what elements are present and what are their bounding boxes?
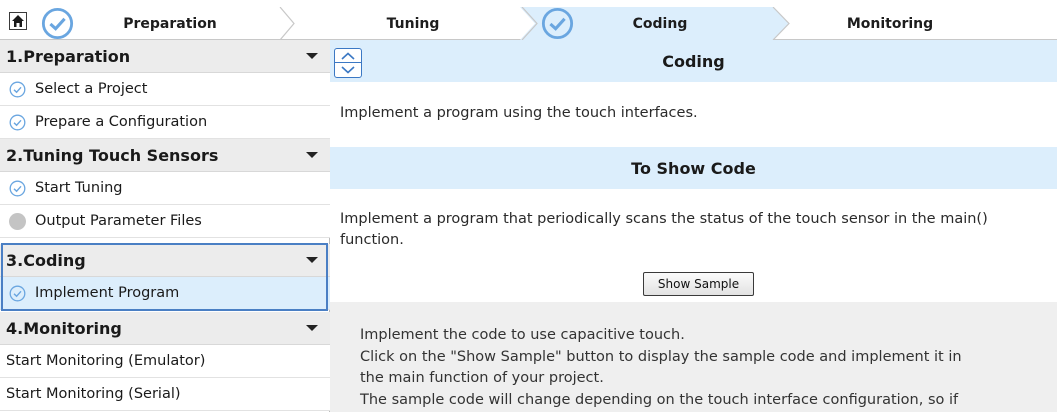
chevron-up-icon xyxy=(341,51,355,60)
gray-dot-icon xyxy=(9,213,26,230)
section-title: 4.Monitoring xyxy=(6,318,122,338)
show-sample-button[interactable]: Show Sample xyxy=(643,272,754,296)
home-button[interactable] xyxy=(9,12,27,30)
sidebar-item-label: Select a Project xyxy=(35,81,148,97)
instruction-note: Implement the code to use capacitive tou… xyxy=(330,302,1057,412)
chevron-down-icon xyxy=(341,66,355,74)
sidebar-item-output-parameter-files[interactable]: Output Parameter Files xyxy=(0,205,330,238)
triangle-down-icon[interactable] xyxy=(306,325,318,331)
section-title: 1.Preparation xyxy=(6,46,131,66)
description-line: function. xyxy=(340,232,404,248)
sidebar-item-implement-program[interactable]: Implement Program xyxy=(0,277,330,310)
step-divider xyxy=(770,7,790,40)
note-line: Click on the "Show Sample" button to dis… xyxy=(360,348,962,365)
step-label: Preparation xyxy=(123,15,217,32)
scroll-toggle[interactable] xyxy=(334,48,362,78)
sidebar-item-label: Start Monitoring (Serial) xyxy=(6,386,181,402)
note-line: The sample code will change depending on… xyxy=(360,391,959,408)
step-label: Tuning xyxy=(386,15,440,32)
check-circle-icon xyxy=(9,285,26,302)
section-monitoring[interactable]: 4.Monitoring xyxy=(0,312,330,345)
note-line: Implement the code to use capacitive tou… xyxy=(360,327,685,343)
step-label: Monitoring xyxy=(846,15,934,32)
step-coding[interactable]: Coding xyxy=(560,7,760,40)
coding-header: Coding xyxy=(330,40,1057,82)
section-heading: To Show Code xyxy=(631,158,756,178)
description-text: Implement a program that periodically sc… xyxy=(340,209,988,251)
sidebar-item-label: Output Parameter Files xyxy=(35,213,202,229)
sidebar-item-start-monitoring-emulator[interactable]: Start Monitoring (Emulator) xyxy=(0,345,330,378)
description-line: Implement a program that periodically sc… xyxy=(340,211,988,227)
sidebar-item-label: Prepare a Configuration xyxy=(35,114,208,130)
scroll-down-button[interactable] xyxy=(335,63,361,77)
step-label: Coding xyxy=(632,15,688,32)
check-circle-icon xyxy=(9,114,26,131)
section-tuning-touch-sensors[interactable]: 2.Tuning Touch Sensors xyxy=(0,139,330,172)
sidebar: 1.Preparation Select a Project Prepare a… xyxy=(0,40,330,412)
scroll-up-button[interactable] xyxy=(335,49,361,63)
section-title: 3.Coding xyxy=(6,250,86,270)
sidebar-item-start-tuning[interactable]: Start Tuning xyxy=(0,172,330,205)
stepper-bar: Preparation Tuning Coding Monitoring xyxy=(0,0,1057,40)
triangle-down-icon[interactable] xyxy=(306,257,318,263)
step-divider xyxy=(520,7,538,40)
triangle-down-icon[interactable] xyxy=(306,53,318,59)
step-preparation[interactable]: Preparation xyxy=(70,7,270,40)
triangle-down-icon[interactable] xyxy=(306,152,318,158)
step-tuning[interactable]: Tuning xyxy=(298,7,528,40)
section-coding[interactable]: 3.Coding xyxy=(0,244,330,277)
home-icon xyxy=(12,15,24,27)
sidebar-item-label: Start Tuning xyxy=(35,180,123,196)
sidebar-item-label: Start Monitoring (Emulator) xyxy=(6,353,206,369)
main-panel: Coding Implement a program using the tou… xyxy=(330,40,1057,412)
page-title: Coding xyxy=(662,51,725,71)
section-title: 2.Tuning Touch Sensors xyxy=(6,145,219,165)
note-line: the main function of your project. xyxy=(360,370,604,386)
sidebar-item-label: Implement Program xyxy=(35,285,180,301)
step-monitoring[interactable]: Monitoring xyxy=(795,7,985,40)
sidebar-item-start-monitoring-serial[interactable]: Start Monitoring (Serial) xyxy=(0,378,330,411)
check-circle-icon xyxy=(9,81,26,98)
intro-text: Implement a program using the touch inte… xyxy=(340,105,698,121)
sidebar-item-prepare-configuration[interactable]: Prepare a Configuration xyxy=(0,106,330,139)
to-show-code-header: To Show Code xyxy=(330,147,1057,189)
check-circle-icon xyxy=(9,180,26,197)
section-preparation[interactable]: 1.Preparation xyxy=(0,40,330,73)
step-divider xyxy=(279,7,295,40)
sidebar-item-select-project[interactable]: Select a Project xyxy=(0,73,330,106)
